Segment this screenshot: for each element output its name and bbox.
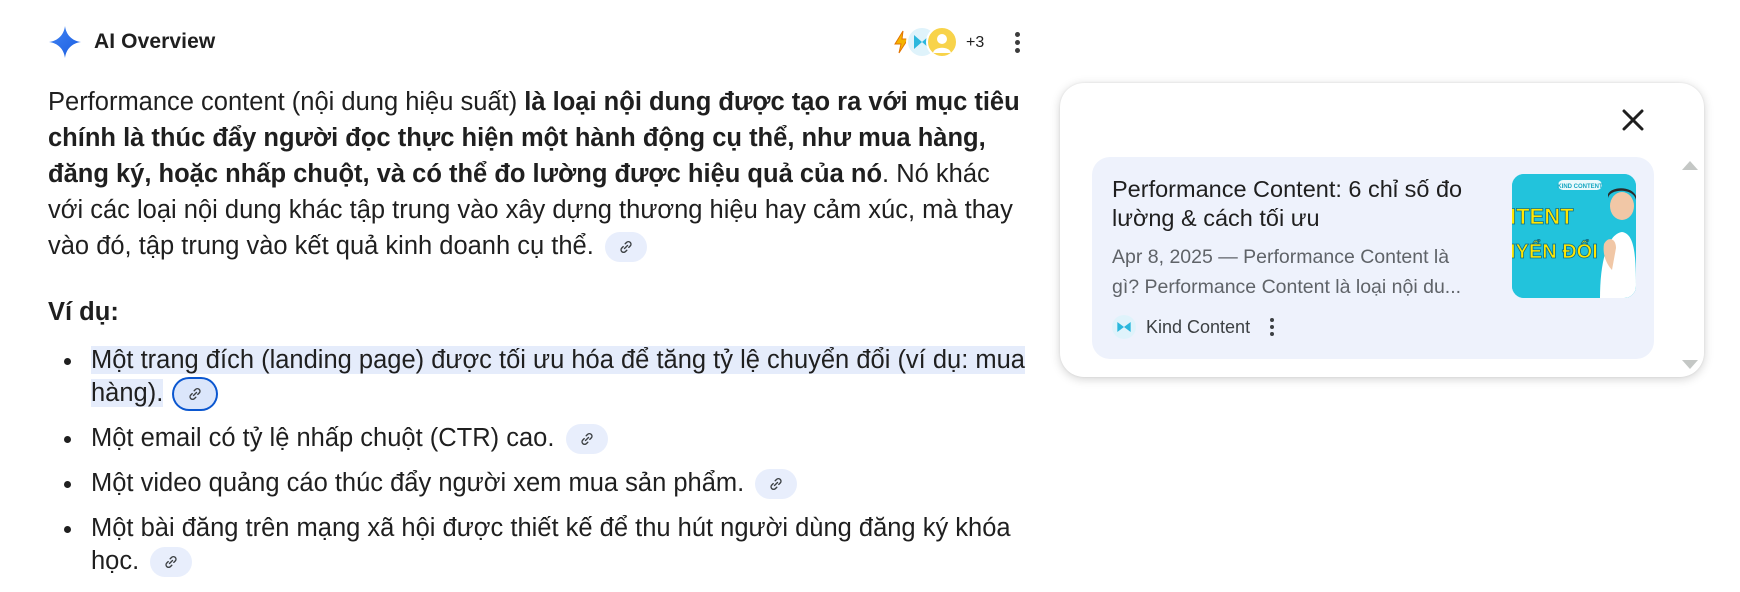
source-card-source: Kind Content [1112, 315, 1280, 339]
thumbnail-text-top: ITENT [1512, 204, 1574, 229]
close-icon [1622, 109, 1644, 131]
list-item-text: Một video quảng cáo thúc đẩy người xem m… [91, 469, 745, 497]
sparkle-icon [49, 26, 81, 58]
link-icon [165, 556, 177, 569]
list-item: Một trang đích (landing page) được tối ư… [48, 344, 1028, 410]
citation-button[interactable] [604, 232, 647, 263]
list-item: Một bài đăng trên mạng xã hội được thiết… [48, 512, 1028, 578]
intro-text-plain: Performance content (nội dung hiệu suất) [48, 88, 525, 116]
list-item-text: Một bài đăng trên mạng xã hội được thiết… [91, 514, 1011, 575]
citation-button[interactable] [150, 547, 193, 578]
more-vert-icon[interactable] [1003, 28, 1031, 56]
link-icon [770, 478, 782, 491]
close-button[interactable] [1617, 104, 1649, 136]
thumbnail-badge: KIND CONTENT [1557, 184, 1603, 190]
citation-button[interactable] [755, 469, 798, 500]
scroll-down-arrow[interactable] [1682, 360, 1698, 369]
ai-overview-content: Performance content (nội dung hiệu suất)… [48, 84, 1028, 590]
source-card-title[interactable]: Performance Content: 6 chỉ số đo lường &… [1112, 175, 1482, 233]
link-icon [620, 241, 632, 254]
list-item: Một video quảng cáo thúc đẩy người xem m… [48, 467, 1028, 500]
more-sources-count: +3 [966, 34, 985, 51]
more-vert-icon[interactable] [1264, 315, 1280, 339]
example-list: Một trang đích (landing page) được tối ư… [48, 344, 1028, 578]
source-name: Kind Content [1146, 316, 1251, 337]
kind-content-logo-icon [1112, 315, 1136, 339]
snippet-line: gì? Performance Content là loại nội du..… [1112, 276, 1462, 298]
source-card-snippet: Apr 8, 2025 — Performance Content là gì?… [1112, 242, 1496, 302]
list-item: Một email có tỷ lệ nhấp chuột (CTR) cao. [48, 422, 1028, 455]
citation-button[interactable] [174, 379, 217, 410]
source-card[interactable]: Performance Content: 6 chỉ số đo lường &… [1092, 157, 1654, 359]
list-item-text: Một email có tỷ lệ nhấp chuột (CTR) cao. [91, 424, 555, 452]
scroll-up-arrow[interactable] [1682, 161, 1698, 170]
ai-overview-header: AI Overview +3 [48, 22, 1028, 62]
link-icon [580, 433, 593, 446]
source-avatars[interactable]: +3 [886, 24, 996, 60]
link-icon [189, 388, 202, 401]
source-panel: Performance Content: 6 chỉ số đo lường &… [1060, 83, 1704, 377]
list-item-text: Một trang đích (landing page) được tối ư… [91, 346, 1025, 407]
source-avatar-yellow [926, 26, 958, 58]
snippet-line: Apr 8, 2025 — Performance Content là [1112, 246, 1450, 268]
person-icon [933, 34, 951, 53]
thumbnail-text-bottom: IYỂN ĐỔI [1512, 239, 1598, 263]
source-thumbnail: KIND CONTENT ITENT IYỂN ĐỔI [1512, 174, 1636, 298]
intro-paragraph: Performance content (nội dung hiệu suất)… [48, 84, 1028, 264]
ai-overview-title: AI Overview [94, 30, 216, 53]
example-heading: Ví dụ: [48, 298, 119, 326]
citation-button[interactable] [565, 424, 608, 455]
